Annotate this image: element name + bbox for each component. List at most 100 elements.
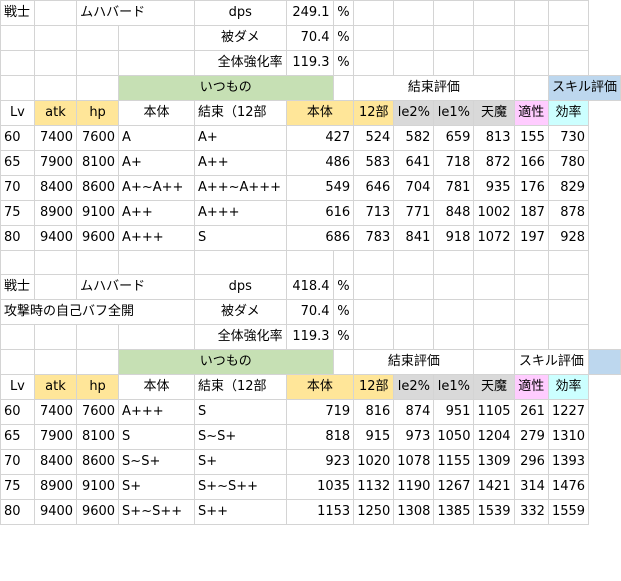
lv-cell[interactable]: 65 [0,424,35,450]
cell[interactable] [513,50,549,76]
cell[interactable] [433,299,475,325]
lv-cell[interactable]: 60 [0,125,35,151]
stat-label-cell[interactable]: 被ダメ [193,299,287,325]
stat-value-cell[interactable]: 70.4 [285,299,334,325]
le2-cell[interactable]: 841 [393,225,435,251]
cell[interactable] [547,50,590,76]
cell[interactable] [33,250,78,275]
cell[interactable] [473,324,515,350]
lv-cell[interactable]: 75 [0,474,35,500]
cell[interactable] [33,25,78,51]
le2-cell[interactable]: 704 [393,175,435,201]
le1-cell[interactable]: 659 [433,125,475,151]
cell[interactable] [393,324,435,350]
12bu-cell[interactable]: 713 [353,200,395,226]
condition-cell[interactable]: 攻撃時の自己バフ全開 [0,299,195,325]
cell[interactable] [76,250,120,275]
hp-cell[interactable]: 9600 [76,499,120,525]
le2-cell[interactable]: 1308 [393,499,435,525]
header-12bu[interactable]: 12部 [353,100,395,126]
cell[interactable] [393,50,435,76]
tekisei-cell[interactable]: 187 [513,200,549,226]
12bu-cell[interactable]: 524 [353,125,395,151]
character-name-cell[interactable]: ムハバード [76,0,195,26]
body-eval-cell[interactable]: 1153 [285,499,355,525]
unit-cell[interactable]: % [332,0,355,26]
stat-value-cell[interactable]: 119.3 [285,324,334,350]
cell[interactable] [0,50,35,76]
group-kessoku[interactable]: 結束評価 [353,75,515,101]
header-kouritsu[interactable]: 効率 [547,374,590,400]
cell[interactable] [473,25,515,51]
body-eval-cell[interactable]: 923 [285,449,355,475]
cell[interactable] [588,349,621,375]
header-kouritsu[interactable]: 効率 [547,100,590,126]
cell[interactable] [33,349,78,375]
atk-cell[interactable]: 7900 [33,424,78,450]
cell[interactable] [513,0,549,26]
cell[interactable] [76,25,120,51]
body-eval-cell[interactable]: 486 [285,150,355,176]
stat-label-cell[interactable]: 被ダメ [193,25,287,51]
cell[interactable] [433,250,475,275]
le2-cell[interactable]: 973 [393,424,435,450]
body-cell[interactable]: A [118,125,195,151]
kessoku-cell[interactable]: S++ [193,499,287,525]
kouritsu-cell[interactable]: 1559 [547,499,590,525]
header-le2[interactable]: le2% [393,374,435,400]
unit-cell[interactable]: % [332,299,355,325]
atk-cell[interactable]: 8900 [33,474,78,500]
cell[interactable] [513,274,549,300]
lv-cell[interactable]: 75 [0,200,35,226]
le1-cell[interactable]: 951 [433,399,475,425]
hp-cell[interactable]: 8100 [76,150,120,176]
cell[interactable] [353,274,395,300]
12bu-cell[interactable]: 583 [353,150,395,176]
header-lv[interactable]: Lv [0,100,35,126]
stat-label-cell[interactable]: 全体強化率 [193,324,287,350]
cell[interactable] [473,250,515,275]
tekisei-cell[interactable]: 332 [513,499,549,525]
header-tekisei[interactable]: 適性 [513,100,549,126]
body-cell[interactable]: S+~S++ [118,499,195,525]
le2-cell[interactable]: 1190 [393,474,435,500]
kessoku-cell[interactable]: S [193,225,287,251]
header-12bu[interactable]: 12部 [353,374,395,400]
body-eval-cell[interactable]: 719 [285,399,355,425]
body-eval-cell[interactable]: 549 [285,175,355,201]
le1-cell[interactable]: 781 [433,175,475,201]
le2-cell[interactable]: 1078 [393,449,435,475]
kessoku-cell[interactable]: A++ [193,150,287,176]
hp-cell[interactable]: 8100 [76,424,120,450]
cell[interactable] [0,75,35,101]
stat-value-cell[interactable]: 249.1 [285,0,334,26]
12bu-cell[interactable]: 1250 [353,499,395,525]
tekisei-cell[interactable]: 176 [513,175,549,201]
tenma-cell[interactable]: 1002 [473,200,515,226]
cell[interactable] [76,324,120,350]
12bu-cell[interactable]: 915 [353,424,395,450]
cell[interactable] [353,250,395,275]
cell[interactable] [513,25,549,51]
tekisei-cell[interactable]: 197 [513,225,549,251]
12bu-cell[interactable]: 1020 [353,449,395,475]
atk-cell[interactable]: 7400 [33,399,78,425]
le1-cell[interactable]: 1155 [433,449,475,475]
kessoku-cell[interactable]: A+ [193,125,287,151]
body-cell[interactable]: S~S+ [118,449,195,475]
tenma-cell[interactable]: 813 [473,125,515,151]
header-kessoku[interactable]: 結束（12部 [193,374,287,400]
atk-cell[interactable]: 7400 [33,125,78,151]
class-cell[interactable]: 戦士 [0,0,35,26]
body-cell[interactable]: A+++ [118,399,195,425]
stat-label-cell[interactable]: dps [193,274,287,300]
cell[interactable] [33,324,78,350]
kouritsu-cell[interactable]: 1393 [547,449,590,475]
kessoku-cell[interactable]: S+~S++ [193,474,287,500]
cell[interactable] [0,250,35,275]
cell[interactable] [513,299,549,325]
le2-cell[interactable]: 641 [393,150,435,176]
stat-value-cell[interactable]: 70.4 [285,25,334,51]
cell[interactable] [0,25,35,51]
class-cell[interactable]: 戦士 [0,274,35,300]
